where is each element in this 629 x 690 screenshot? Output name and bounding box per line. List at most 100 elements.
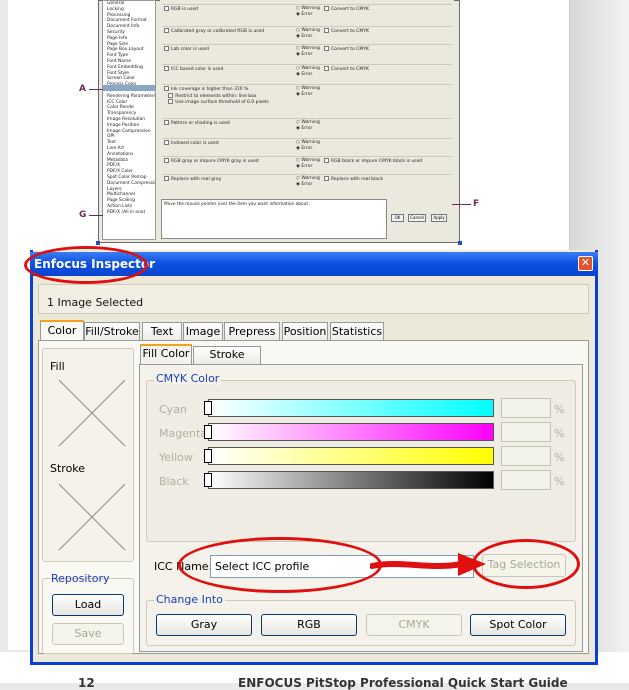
- yellow-value-field[interactable]: [501, 446, 551, 466]
- cyan-percent: %: [554, 403, 565, 416]
- tab-color[interactable]: Color: [40, 320, 84, 342]
- selection-status: 1 Image Selected: [38, 284, 589, 314]
- rule-severity: ○ Warning ◉ Error: [296, 6, 320, 17]
- subtab-stroke-color[interactable]: Stroke Color: [193, 346, 261, 377]
- gray-button[interactable]: Gray: [156, 614, 252, 636]
- annotation-ellipse-title: [24, 246, 148, 284]
- fill-label: Fill: [50, 360, 65, 373]
- preferences-message-box: Move the mouse pointer over the item you…: [161, 199, 387, 239]
- selection-handle: [458, 241, 462, 245]
- preferences-cancel-button: Cancel: [408, 214, 426, 222]
- yellow-label: Yellow: [159, 451, 193, 464]
- preferences-tree: General Locking Processing Document Format D…: [102, 0, 156, 240]
- rule-severity: ○ Warning ◉ Error: [296, 140, 320, 151]
- black-slider-handle[interactable]: [204, 473, 212, 487]
- tab-prepress[interactable]: Prepress: [224, 322, 280, 342]
- rule-label: Indexed color is used: [164, 140, 219, 147]
- preferences-tree-item: Document Compression: [107, 180, 156, 186]
- tab-fill-stroke[interactable]: Fill/Stroke: [84, 322, 140, 342]
- rule-label: RGB gray or impure CMYK gray is used: [164, 158, 259, 165]
- tab-image[interactable]: Image: [183, 322, 223, 342]
- rule-severity: ○ Warning ◉ Error: [296, 66, 320, 77]
- rule-severity: ○ Warning ◉ Error: [296, 120, 320, 131]
- rule-extra-option: RGB black or impure CMYK black is used: [324, 158, 422, 165]
- cyan-value-field[interactable]: [501, 398, 551, 418]
- preferences-rule-row: RGB is used ○ Warning ◉ Error Convert to CM…: [162, 4, 452, 20]
- change-into-label: Change Into: [154, 593, 225, 606]
- cyan-slider-handle[interactable]: [204, 401, 212, 415]
- preferences-apply-button: Apply: [431, 214, 447, 222]
- rule-label: ICC based color is used: [164, 66, 223, 73]
- cyan-label: Cyan: [159, 403, 187, 416]
- rule-severity: ○ Warning ◉ Error: [296, 46, 320, 57]
- preferences-tree-item: PDF/X (All in one): [107, 209, 146, 215]
- preferences-tree-item: Rendering Parameters: [107, 93, 156, 99]
- callout-leader-f: [452, 204, 471, 205]
- magenta-slider[interactable]: [208, 423, 494, 441]
- cyan-slider[interactable]: [208, 399, 494, 417]
- callout-letter-g: G: [79, 210, 87, 220]
- rule-severity: ○ Warning ◉ Error: [296, 28, 320, 39]
- yellow-percent: %: [554, 451, 565, 464]
- rule-label: Replace with real gray: [164, 176, 221, 183]
- magenta-label: Magenta: [159, 427, 208, 440]
- preferences-rule-row: RGB gray or impure CMYK gray is used ○ Wa…: [162, 156, 452, 172]
- rule-severity: ○ Warning ◉ Error: [296, 86, 320, 97]
- preferences-rule-row: ICC based color is used ○ Warning ◉ Error C…: [162, 64, 452, 80]
- rule-label: Ink coverage is higher than 310 % Restri…: [164, 86, 269, 106]
- yellow-slider-handle[interactable]: [204, 449, 212, 463]
- rule-extra-option: Replace with real black: [324, 176, 383, 183]
- repository-label: Repository: [51, 572, 110, 585]
- rule-severity: ○ Warning ◉ Error: [296, 176, 320, 187]
- preferences-tree-items: General Locking Processing Document Format D…: [107, 1, 156, 215]
- magenta-value-field[interactable]: [501, 422, 551, 442]
- black-percent: %: [554, 475, 565, 488]
- annotation-ellipse-icc: [178, 537, 382, 593]
- callout-letter-a: A: [79, 84, 86, 94]
- annotation-arrow: [370, 553, 486, 576]
- selection-handle: [96, 241, 100, 245]
- preferences-rule-row: Indexed color is used ○ Warning ◉ Error: [162, 138, 452, 154]
- close-icon: ✕: [580, 256, 591, 269]
- black-slider[interactable]: [208, 471, 494, 489]
- cmyk-color-label: CMYK Color: [154, 372, 222, 385]
- callout-letter-f: F: [473, 199, 480, 209]
- magenta-slider-handle[interactable]: [204, 425, 212, 439]
- tab-text[interactable]: Text: [142, 322, 182, 342]
- footer-title: ENFOCUS PitStop Professional Quick Start…: [238, 676, 568, 690]
- magenta-percent: %: [554, 427, 565, 440]
- black-value-field[interactable]: [501, 470, 551, 490]
- yellow-slider[interactable]: [208, 447, 494, 465]
- close-button[interactable]: ✕: [578, 256, 593, 271]
- stroke-label: Stroke: [50, 462, 86, 475]
- preferences-rule-row: Calibrated gray or calibrated RGB is use…: [162, 26, 452, 42]
- preferences-rule-row: Ink coverage is higher than 310 % Restri…: [162, 84, 452, 105]
- rule-label: RGB is used: [164, 6, 198, 13]
- preferences-rule-row: Lab color is used ○ Warning ◉ Error Convert…: [162, 44, 452, 60]
- cmyk-button[interactable]: CMYK: [366, 614, 462, 636]
- subtab-fill-color[interactable]: Fill Color: [140, 344, 192, 364]
- callout-leader-g: [89, 215, 103, 216]
- tab-position[interactable]: Position: [282, 322, 328, 342]
- preferences-tree-selected-row: [103, 85, 155, 91]
- black-label: Black: [159, 475, 189, 488]
- preferences-ok-button: OK: [391, 214, 404, 222]
- rule-label: Pattern or shading is used: [164, 120, 230, 127]
- rgb-button[interactable]: RGB: [261, 614, 357, 636]
- save-button[interactable]: Save: [52, 623, 124, 645]
- rule-extra-option: Convert to CMYK: [324, 28, 369, 35]
- rule-extra-option: Convert to CMYK: [324, 46, 369, 53]
- rule-label: Calibrated gray or calibrated RGB is use…: [164, 28, 264, 35]
- fill-swatch[interactable]: [57, 378, 127, 448]
- footer-page-number: 12: [78, 676, 95, 690]
- stroke-swatch[interactable]: [57, 482, 127, 552]
- preferences-rule-row: Pattern or shading is used ○ Warning ◉ Err…: [162, 118, 452, 134]
- preferences-rule-row: Replace with real gray ○ Warning ◉ Error Re…: [162, 174, 452, 190]
- load-button[interactable]: Load: [52, 594, 124, 616]
- callout-leader-a: [89, 89, 103, 90]
- rule-extra-option: Convert to CMYK: [324, 6, 369, 13]
- spot-color-button[interactable]: Spot Color: [470, 614, 566, 636]
- rule-label: Lab color is used: [164, 46, 209, 53]
- rule-extra-option: Convert to CMYK: [324, 66, 369, 73]
- tab-statistics[interactable]: Statistics: [330, 322, 384, 342]
